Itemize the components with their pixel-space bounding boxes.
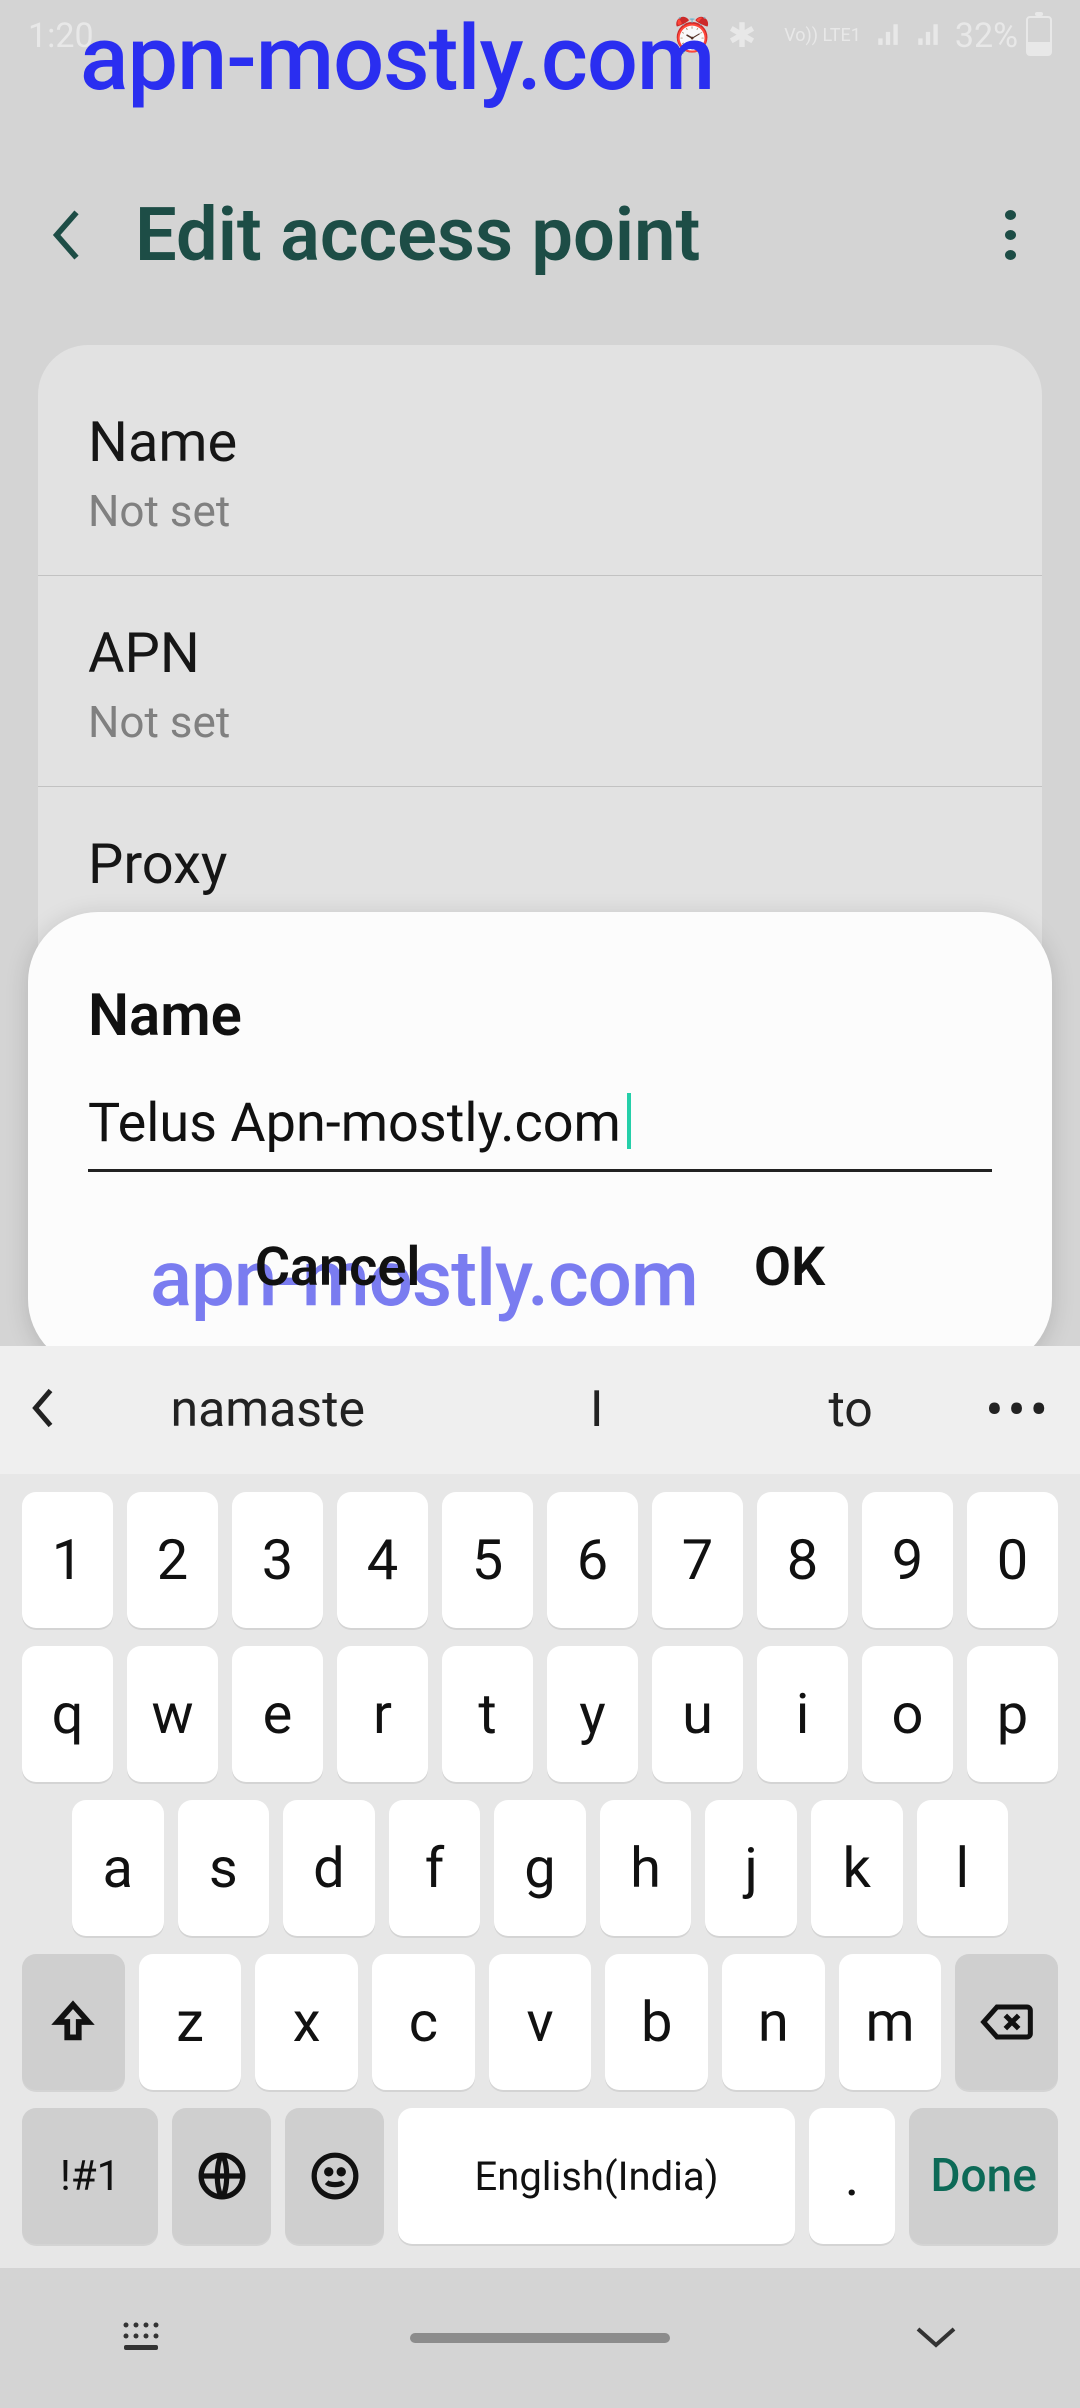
symbols-key[interactable]: !#1: [22, 2108, 158, 2244]
cancel-button[interactable]: Cancel: [215, 1216, 461, 1319]
key-8[interactable]: 8: [757, 1492, 848, 1628]
key-5[interactable]: 5: [442, 1492, 533, 1628]
suggestion-word[interactable]: I: [560, 1371, 634, 1449]
key-row-zxcv: zxcvbnm: [0, 1954, 1080, 2090]
dot-icon: [1005, 230, 1016, 240]
key-o[interactable]: o: [862, 1646, 953, 1782]
key-l[interactable]: l: [917, 1800, 1009, 1936]
key-e[interactable]: e: [232, 1646, 323, 1782]
field-label: APN: [88, 620, 992, 686]
input-text: Telus Apn-mostly.com: [88, 1092, 621, 1155]
hide-keyboard-button[interactable]: [912, 2321, 960, 2355]
app-header: Edit access point: [0, 165, 1080, 305]
overflow-menu-button[interactable]: [985, 210, 1035, 260]
key-t[interactable]: t: [442, 1646, 533, 1782]
battery-icon: [1026, 16, 1052, 56]
key-y[interactable]: y: [547, 1646, 638, 1782]
watermark-top: apn-mostly.com: [80, 6, 714, 111]
key-6[interactable]: 6: [547, 1492, 638, 1628]
key-d[interactable]: d: [283, 1800, 375, 1936]
bluetooth-icon: ✱: [728, 16, 757, 56]
back-button[interactable]: [45, 212, 91, 258]
key-row-bottom: !#1 English(India) . Done: [0, 2108, 1080, 2244]
key-f[interactable]: f: [389, 1800, 481, 1936]
suggestion-word[interactable]: namaste: [140, 1371, 395, 1449]
key-w[interactable]: w: [127, 1646, 218, 1782]
key-b[interactable]: b: [605, 1954, 708, 2090]
key-a[interactable]: a: [72, 1800, 164, 1936]
field-apn[interactable]: APN Not set: [38, 576, 1042, 787]
field-name[interactable]: Name Not set: [38, 365, 1042, 576]
key-x[interactable]: x: [255, 1954, 358, 2090]
suggestion-back-button[interactable]: [28, 1385, 58, 1435]
key-row-numbers: 1234567890: [0, 1492, 1080, 1628]
ok-button[interactable]: OK: [714, 1216, 865, 1319]
key-row-asdf: asdfghjkl: [0, 1800, 1080, 1936]
edit-name-dialog: Name Telus Apn-mostly.com apn-mostly.com…: [28, 912, 1052, 1369]
key-7[interactable]: 7: [652, 1492, 743, 1628]
dialog-title: Name: [88, 982, 992, 1050]
field-value: Not set: [88, 696, 992, 748]
system-nav-bar: [0, 2268, 1080, 2408]
emoji-key[interactable]: [285, 2108, 384, 2244]
language-key[interactable]: [172, 2108, 271, 2244]
key-1[interactable]: 1: [22, 1492, 113, 1628]
spacebar-key[interactable]: English(India): [398, 2108, 794, 2244]
key-4[interactable]: 4: [337, 1492, 428, 1628]
key-g[interactable]: g: [494, 1800, 586, 1936]
key-9[interactable]: 9: [862, 1492, 953, 1628]
key-v[interactable]: v: [489, 1954, 592, 2090]
keyboard-switch-button[interactable]: [120, 2319, 168, 2357]
key-h[interactable]: h: [600, 1800, 692, 1936]
volte-label: Vo)) LTE1: [784, 27, 861, 45]
soft-keyboard: namaste I to ••• 1234567890 qwertyuiop a…: [0, 1346, 1080, 2268]
key-q[interactable]: q: [22, 1646, 113, 1782]
suggestion-word[interactable]: to: [798, 1371, 902, 1449]
key-i[interactable]: i: [757, 1646, 848, 1782]
field-label: Name: [88, 409, 992, 475]
key-p[interactable]: p: [967, 1646, 1058, 1782]
key-j[interactable]: j: [705, 1800, 797, 1936]
name-input[interactable]: Telus Apn-mostly.com: [88, 1092, 992, 1172]
key-0[interactable]: 0: [967, 1492, 1058, 1628]
signal-1-icon: [875, 16, 901, 56]
page-title: Edit access point: [135, 192, 700, 279]
backspace-key[interactable]: [955, 1954, 1058, 2090]
dot-icon: [1005, 250, 1016, 260]
text-cursor: [627, 1093, 631, 1149]
key-row-qwerty: qwertyuiop: [0, 1646, 1080, 1782]
key-n[interactable]: n: [722, 1954, 825, 2090]
key-c[interactable]: c: [372, 1954, 475, 2090]
key-m[interactable]: m: [839, 1954, 942, 2090]
shift-key[interactable]: [22, 1954, 125, 2090]
gesture-handle[interactable]: [410, 2333, 670, 2343]
suggestion-bar: namaste I to •••: [0, 1346, 1080, 1474]
key-3[interactable]: 3: [232, 1492, 323, 1628]
field-value: Not set: [88, 485, 992, 537]
period-key[interactable]: .: [809, 2108, 896, 2244]
dot-icon: [1005, 210, 1016, 220]
suggestion-more-button[interactable]: •••: [985, 1379, 1052, 1442]
key-u[interactable]: u: [652, 1646, 743, 1782]
key-r[interactable]: r: [337, 1646, 428, 1782]
done-key[interactable]: Done: [909, 2108, 1058, 2244]
key-s[interactable]: s: [178, 1800, 270, 1936]
battery-pct: 32%: [955, 16, 1018, 56]
key-k[interactable]: k: [811, 1800, 903, 1936]
field-label: Proxy: [88, 831, 992, 897]
signal-2-icon: [915, 16, 941, 56]
key-z[interactable]: z: [139, 1954, 242, 2090]
key-2[interactable]: 2: [127, 1492, 218, 1628]
